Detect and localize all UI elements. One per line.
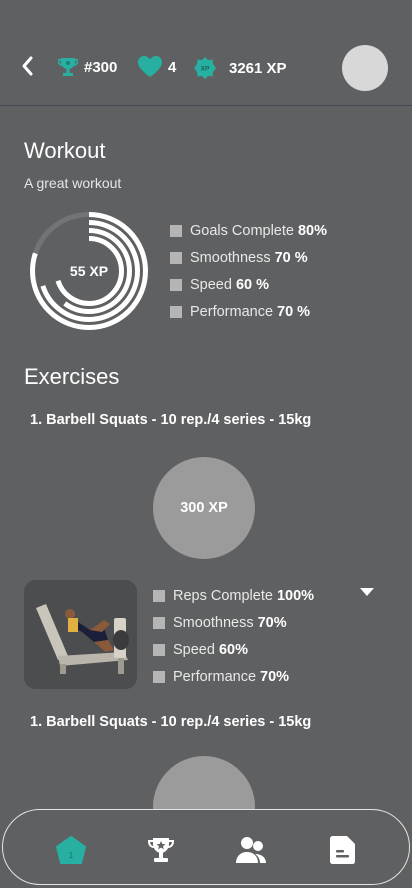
metric-value: 60 % (235, 276, 269, 293)
metric-value: 70% (260, 668, 290, 685)
metric-label: Performance (190, 303, 274, 320)
legend-swatch (153, 643, 165, 656)
metric-performance: Performance 70 % (170, 298, 327, 325)
document-icon[interactable] (330, 835, 356, 865)
legend-swatch (153, 589, 165, 602)
lives-value: 4 (168, 58, 177, 76)
metric-value: 70 % (277, 303, 311, 320)
xp-badge-text: XP (201, 66, 210, 73)
ring-xp-label: 55 XP (69, 263, 109, 279)
workout-metrics: Goals Complete 80% Smoothness 70 % Speed… (170, 217, 327, 325)
metric-speed: Speed 60% (153, 636, 314, 663)
legend-swatch (153, 670, 165, 683)
workout-subtitle: A great workout (24, 175, 122, 191)
lives-stat: 4 (138, 56, 176, 78)
legend-swatch (170, 278, 182, 291)
back-arrow-icon[interactable] (18, 54, 38, 78)
workout-title: Workout (24, 138, 106, 163)
rank-value: #300 (84, 58, 118, 76)
legend-swatch (153, 616, 165, 629)
legend-swatch (170, 224, 182, 237)
nav-home[interactable]: 1 (55, 834, 87, 866)
exercise-xp-circle: 300 XP (153, 457, 255, 559)
metric-reps: Reps Complete 100% (153, 582, 314, 609)
metric-label: Smoothness (190, 249, 271, 266)
legend-swatch (170, 251, 182, 264)
workout-progress-ring: 55 XP (28, 210, 150, 332)
rank-stat: #300 (58, 56, 117, 78)
metric-value: 60% (218, 641, 248, 658)
trophy-icon (58, 58, 78, 76)
exercise-metrics: Reps Complete 100% Smoothness 70% Speed … (153, 582, 314, 690)
avatar[interactable] (342, 45, 388, 91)
legend-swatch (170, 305, 182, 318)
metric-label: Speed (173, 641, 215, 658)
nav-trophy[interactable] (145, 834, 177, 866)
metric-performance: Performance 70% (153, 663, 314, 690)
home-badge: 1 (69, 851, 74, 860)
exercise-title: 1. Barbell Squats - 10 rep./4 series - 1… (30, 412, 312, 428)
nav-users[interactable] (235, 834, 267, 866)
top-bar: #300 4 XP 3261 XP (0, 0, 412, 106)
exercises-title: Exercises (24, 364, 120, 389)
heart-icon (138, 56, 162, 77)
metric-smoothness: Smoothness 70 % (170, 244, 327, 271)
metric-smoothness: Smoothness 70% (153, 609, 314, 636)
xp-badge-icon: XP (194, 57, 216, 79)
nav-document[interactable] (327, 834, 359, 866)
users-icon[interactable] (235, 835, 267, 865)
bottom-nav: 1 (2, 809, 410, 885)
exercise-thumbnail (24, 580, 137, 689)
leg-press-machine-image (24, 580, 137, 689)
metric-label: Performance (173, 668, 257, 685)
metric-speed: Speed 60 % (170, 271, 327, 298)
exercise-title: 1. Barbell Squats - 10 rep./4 series - 1… (30, 714, 312, 730)
metric-value: 100% (276, 587, 315, 604)
metric-label: Smoothness (173, 614, 254, 631)
metric-goals: Goals Complete 80% (170, 217, 327, 244)
metric-value: 80% (297, 222, 327, 239)
expand-caret-icon[interactable] (360, 588, 374, 597)
metric-label: Goals Complete (190, 222, 294, 239)
trophy-icon[interactable] (146, 835, 176, 865)
metric-value: 70 % (274, 249, 308, 266)
metric-value: 70% (257, 614, 287, 631)
home-icon[interactable]: 1 (55, 834, 87, 866)
metric-label: Speed (190, 276, 232, 293)
xp-stat: XP 3261 XP (193, 56, 287, 80)
metric-label: Reps Complete (173, 587, 273, 604)
xp-total: 3261 XP (229, 59, 287, 77)
